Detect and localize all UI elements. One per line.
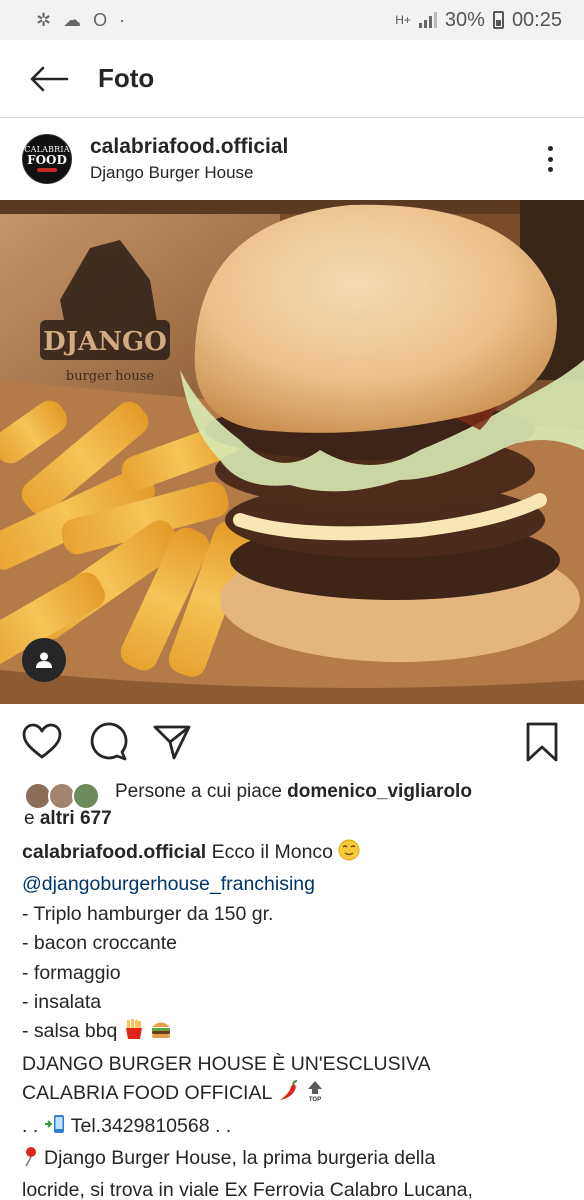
- photo-sign-sub: burger house: [66, 369, 155, 384]
- caption-mention[interactable]: @djangoburgerhouse_franchising: [22, 870, 567, 899]
- caption-text: Tel.3429810568 . .: [70, 1114, 232, 1137]
- like-button[interactable]: [22, 722, 62, 762]
- post-photo[interactable]: DJANGO burger house: [0, 200, 584, 704]
- status-bar: ✲ ☁ O · H+ 30% 00:25: [0, 0, 584, 40]
- caption-line: Django Burger House, la prima burgeria d…: [22, 1144, 567, 1176]
- relieved-emoji-icon: [338, 839, 360, 870]
- caption-text: . .: [22, 1114, 44, 1137]
- caption-line: DJANGO BURGER HOUSE È UN'ESCLUSIVA: [22, 1052, 431, 1075]
- post-actions: [0, 704, 584, 776]
- notification-icons: ✲ ☁ O ·: [36, 10, 125, 31]
- battery-icon: [492, 11, 504, 29]
- comment-icon: [90, 722, 128, 761]
- post-username[interactable]: calabriafood.official: [90, 135, 288, 159]
- caption-line: - salsa bbq: [22, 1017, 567, 1049]
- burger-photo: DJANGO burger house: [0, 200, 584, 704]
- post-header: CALABRIA FOOD calabriafood.official Djan…: [0, 118, 584, 200]
- post-caption: calabriafood.official Ecco il Monco @dja…: [22, 838, 567, 1200]
- signal-icon: [418, 12, 437, 28]
- caption-username[interactable]: calabriafood.official: [22, 841, 206, 863]
- photo-sign-text: DJANGO: [43, 327, 167, 357]
- chili-pepper-emoji-icon: [277, 1080, 299, 1111]
- user-tag-button[interactable]: [22, 638, 66, 682]
- caption-line: - bacon croccante: [22, 932, 178, 955]
- likes-user[interactable]: domenico_vigliarolo: [287, 781, 472, 802]
- dot-notification-icon: ·: [119, 9, 126, 30]
- caption-line: . . Tel.3429810568 . .: [22, 1112, 567, 1144]
- caption-line: CALABRIA FOOD OFFICIAL TOP: [22, 1079, 567, 1111]
- more-options-icon: [547, 146, 553, 151]
- top-arrow-emoji-icon: TOP: [304, 1080, 326, 1111]
- svg-text:TOP: TOP: [309, 1097, 321, 1102]
- liker-avatars: [24, 782, 104, 812]
- page-title: Foto: [98, 63, 155, 93]
- network-type: H+: [395, 13, 411, 27]
- user-tag-icon: [36, 652, 52, 668]
- save-button[interactable]: [522, 722, 562, 762]
- caption-line: locride, si trova in viale Ex Ferrovia C…: [22, 1179, 473, 1200]
- gear-notification-icon: ✲: [36, 9, 52, 30]
- more-dot: [547, 167, 553, 172]
- back-arrow-icon: [30, 66, 69, 91]
- clock: 00:25: [511, 8, 562, 31]
- pepper-icon: [37, 168, 57, 172]
- avatar[interactable]: CALABRIA FOOD: [22, 134, 72, 184]
- caption-text: - salsa bbq: [22, 1020, 118, 1043]
- caption-line: - formaggio: [22, 961, 121, 984]
- post-location[interactable]: Django Burger House: [90, 163, 288, 183]
- likes-prefix: Persone a cui piace: [115, 781, 288, 802]
- app-header: Foto: [0, 40, 584, 118]
- fries-emoji-icon: [123, 1018, 145, 1049]
- heart-icon: [22, 723, 62, 759]
- bookmark-icon: [526, 722, 558, 762]
- caption-line: calabriafood.official Ecco il Monco: [22, 838, 567, 870]
- avatar-text-bottom: FOOD: [27, 153, 67, 167]
- caption-line: - Triplo hamburger da 150 gr.: [22, 902, 274, 925]
- phone-arrow-emoji-icon: [44, 1113, 66, 1144]
- cloud-notification-icon: ☁: [63, 9, 82, 30]
- caption-text: CALABRIA FOOD OFFICIAL: [22, 1082, 272, 1105]
- battery-percent: 30%: [444, 8, 485, 31]
- share-button[interactable]: [152, 722, 192, 762]
- comment-button[interactable]: [88, 722, 128, 762]
- caption-line: - insalata: [22, 991, 102, 1014]
- opera-notification-icon: O: [93, 9, 108, 30]
- burger-emoji-icon: [150, 1018, 172, 1049]
- more-options-button[interactable]: [544, 146, 556, 172]
- back-button[interactable]: [0, 40, 98, 118]
- likes-summary[interactable]: Persone a cui piace domenico_vigliarolo …: [24, 778, 564, 832]
- pushpin-emoji-icon: [22, 1145, 44, 1176]
- caption-text: Django Burger House, la prima burgeria d…: [44, 1147, 436, 1170]
- liker-avatar: [72, 782, 100, 810]
- caption-text: Ecco il Monco: [211, 841, 334, 863]
- more-dot: [547, 156, 553, 162]
- share-icon: [153, 725, 191, 760]
